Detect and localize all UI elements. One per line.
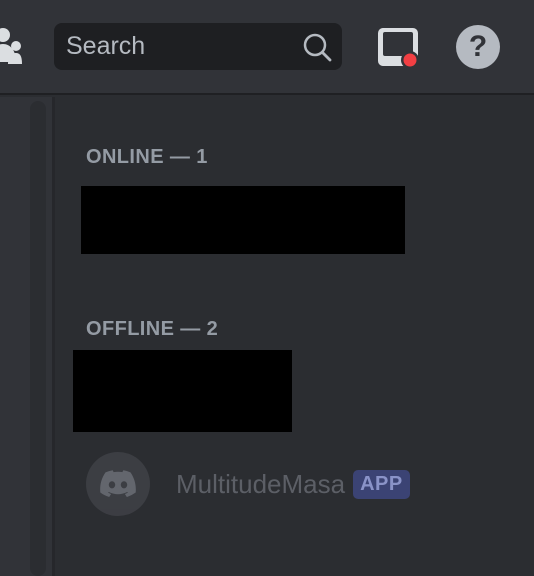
member-list-item[interactable]: MultitudeMasa APP: [86, 452, 486, 516]
people-icon[interactable]: [0, 26, 22, 66]
pane-divider: [52, 97, 55, 576]
help-icon: ?: [468, 30, 488, 63]
online-section-label: ONLINE — 1: [86, 146, 208, 168]
top-bar: Search ?: [0, 0, 534, 95]
inbox-icon[interactable]: [376, 26, 420, 70]
redacted-member-offline: [73, 350, 292, 432]
avatar: [86, 452, 150, 516]
search-placeholder: Search: [66, 32, 146, 60]
search-icon: [303, 33, 332, 61]
notification-dot: [403, 53, 417, 67]
redacted-member-online: [81, 186, 405, 254]
scrollbar-track[interactable]: [30, 101, 46, 576]
help-button[interactable]: ?: [456, 25, 500, 69]
search-input[interactable]: Search: [54, 23, 342, 70]
app-badge: APP: [353, 469, 410, 499]
member-name: MultitudeMasa: [176, 468, 346, 499]
offline-section-label: OFFLINE — 2: [86, 318, 219, 340]
discord-logo-icon: [100, 470, 136, 497]
